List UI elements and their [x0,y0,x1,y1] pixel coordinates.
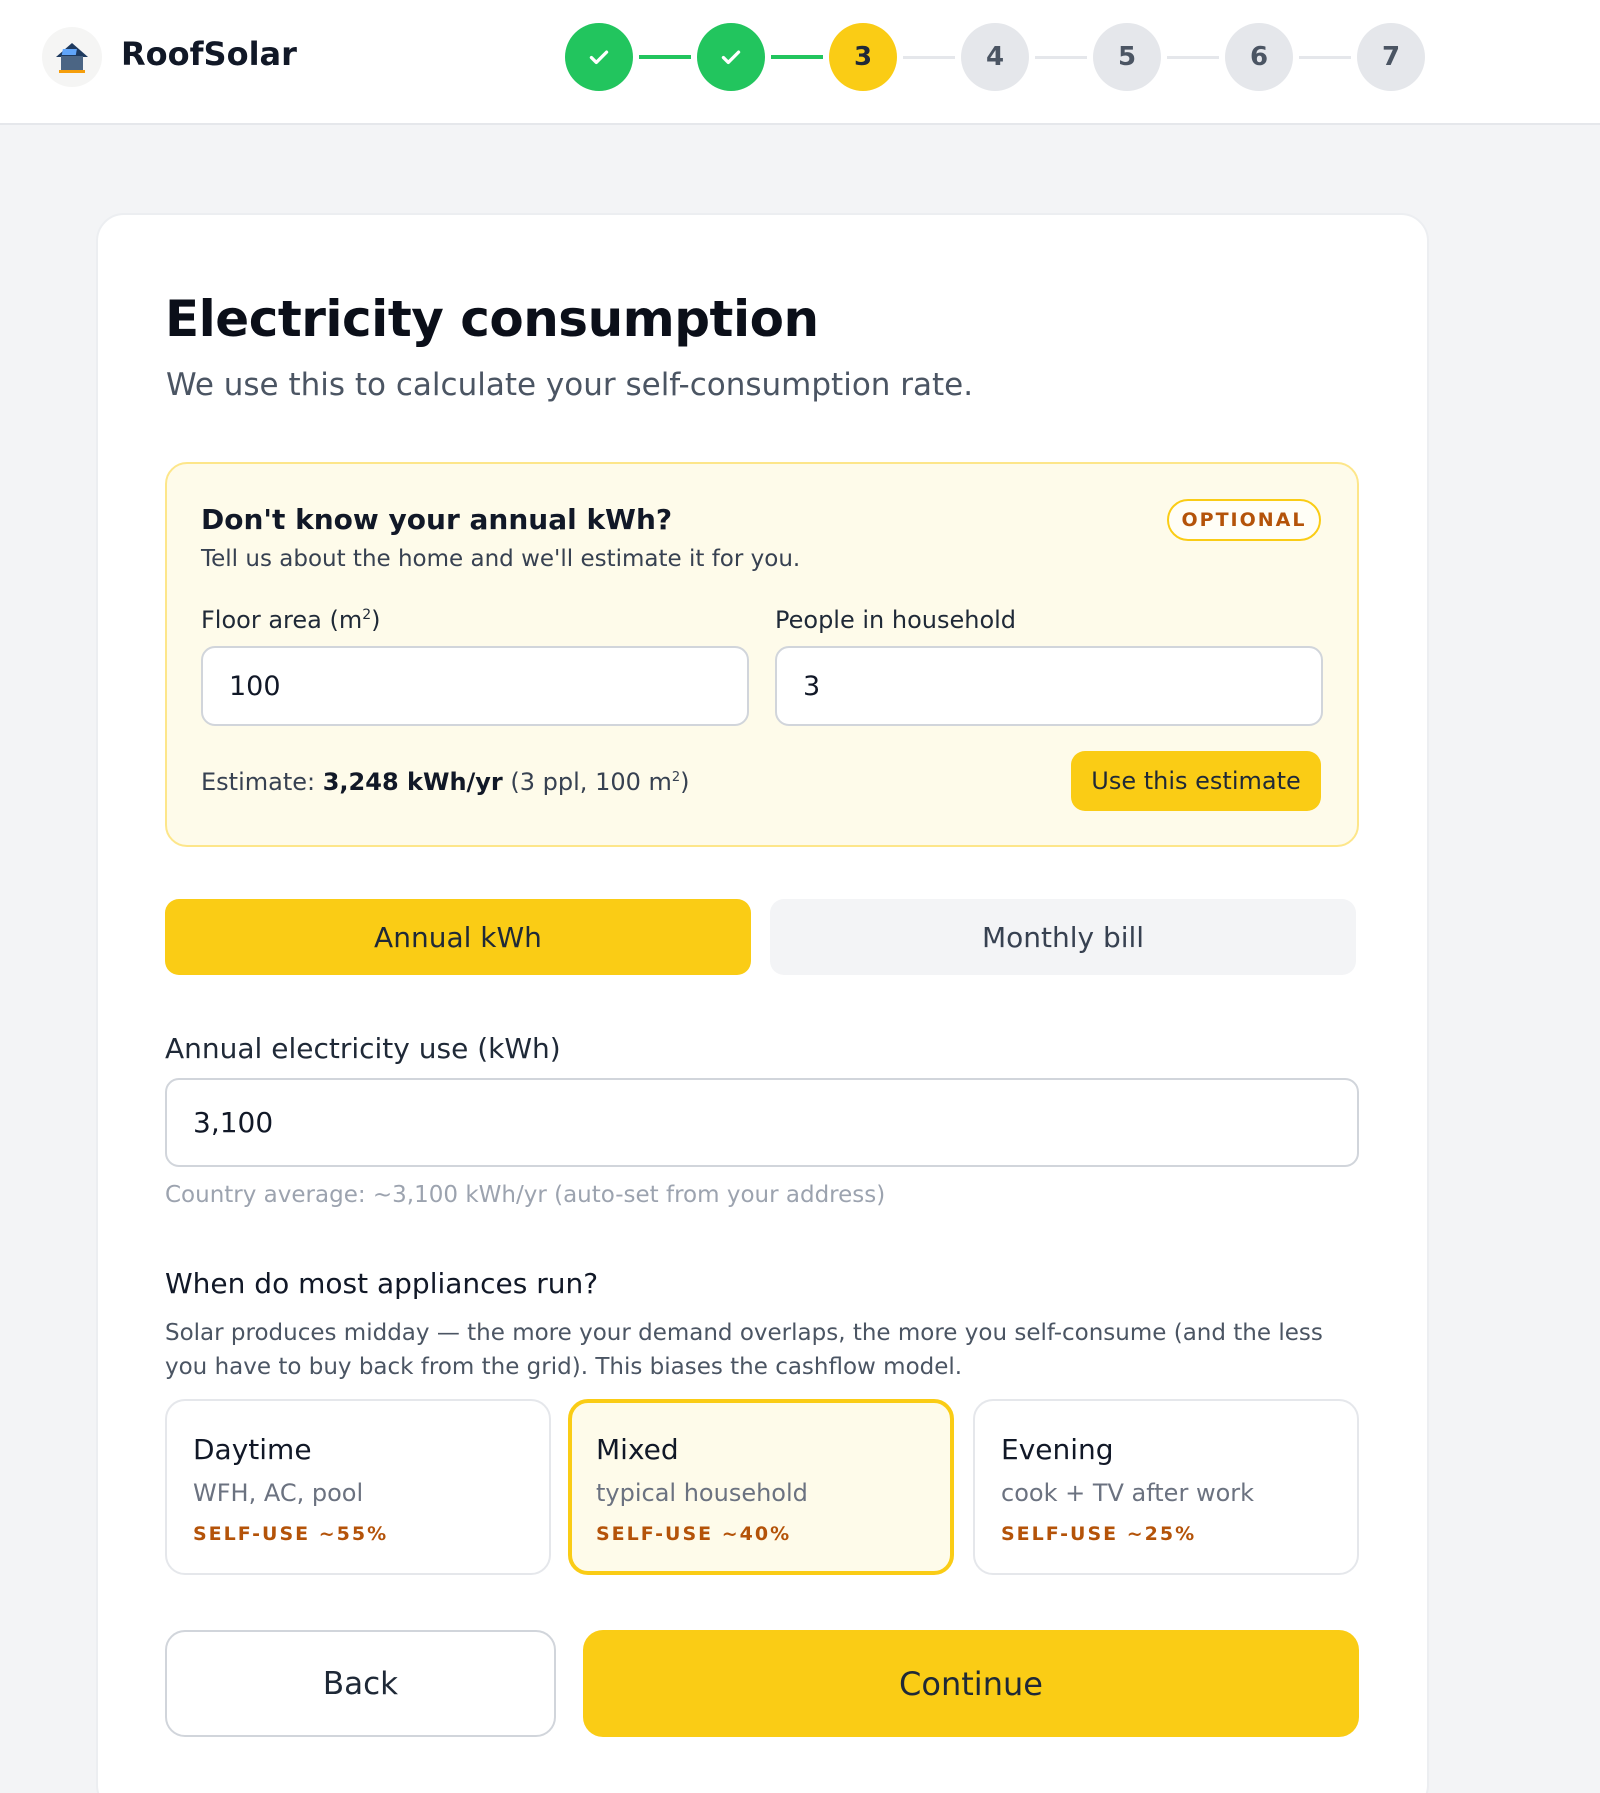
estimate-result: Estimate: 3,248 kWh/yr (3 ppl, 100 m2) [201,768,690,796]
step-connector [1299,56,1351,59]
option-title: Daytime [193,1433,312,1466]
optional-badge: OPTIONAL [1167,499,1321,541]
top-header: RoofSolar 3 4 5 6 7 [0,0,1600,125]
annual-kwh-toggle[interactable]: Annual kWh [165,899,751,975]
annual-use-input[interactable] [165,1078,1359,1167]
step-connector [1167,56,1219,59]
back-button[interactable]: Back [165,1630,556,1737]
appliances-description: Solar produces midday — the more your de… [165,1320,1323,1380]
house-solar-logo-icon [42,27,102,87]
step-1-done[interactable] [565,23,633,91]
step-connector [1035,56,1087,59]
step-7[interactable]: 7 [1357,23,1425,91]
option-desc: WFH, AC, pool [193,1479,364,1507]
floor-area-input[interactable] [201,646,749,726]
step-6[interactable]: 6 [1225,23,1293,91]
option-rate: SELF-USE ~55% [193,1523,389,1545]
monthly-bill-toggle[interactable]: Monthly bill [770,899,1356,975]
estimate-question: Don't know your annual kWh? [201,503,673,536]
step-connector [639,55,691,59]
option-evening[interactable]: Evening cook + TV after work SELF-USE ~2… [973,1399,1359,1575]
floor-area-label: Floor area (m2) [201,606,381,634]
appliances-question: When do most appliances run? [165,1267,599,1300]
option-desc: typical household [596,1479,808,1507]
page-title: Electricity consumption [165,290,819,348]
brand-name: RoofSolar [121,35,297,73]
option-desc: cook + TV after work [1001,1479,1255,1507]
check-icon [721,50,741,65]
estimate-description: Tell us about the home and we'll estimat… [201,546,801,572]
check-icon [589,50,609,65]
annual-use-label: Annual electricity use (kWh) [165,1032,561,1065]
annual-use-hint: Country average: ~3,100 kWh/yr (auto-set… [165,1182,886,1208]
option-title: Evening [1001,1433,1114,1466]
step-5[interactable]: 5 [1093,23,1161,91]
step-2-done[interactable] [697,23,765,91]
option-mixed[interactable]: Mixed typical household SELF-USE ~40% [568,1399,954,1575]
option-rate: SELF-USE ~25% [1001,1523,1197,1545]
option-daytime[interactable]: Daytime WFH, AC, pool SELF-USE ~55% [165,1399,551,1575]
page-subtitle: We use this to calculate your self-consu… [166,367,974,403]
step-4[interactable]: 4 [961,23,1029,91]
step-connector [903,56,955,59]
option-title: Mixed [596,1433,679,1466]
use-estimate-button[interactable]: Use this estimate [1071,751,1321,811]
step-connector [771,55,823,59]
people-label: People in household [775,606,1017,634]
people-input[interactable] [775,646,1323,726]
continue-button[interactable]: Continue [583,1630,1359,1737]
option-rate: SELF-USE ~40% [596,1523,792,1545]
step-3-current[interactable]: 3 [829,23,897,91]
